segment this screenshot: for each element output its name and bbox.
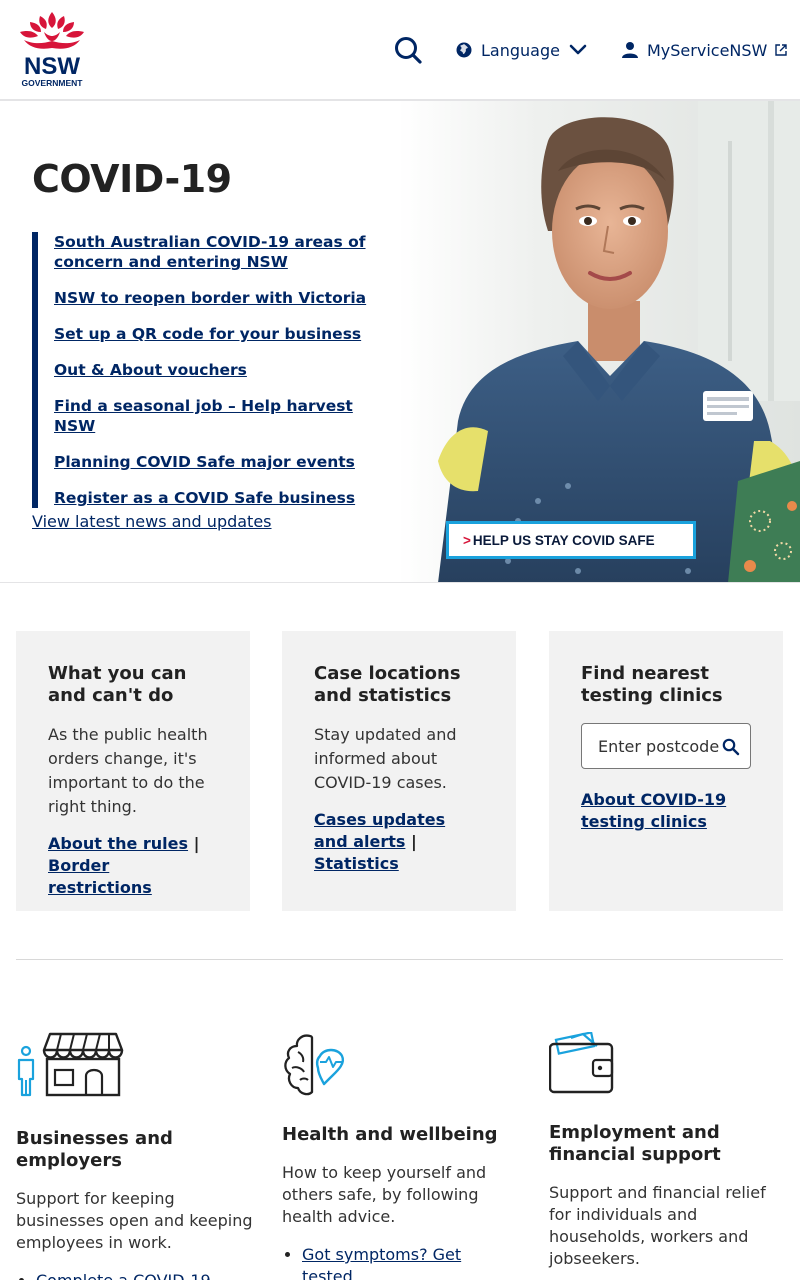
banner-text: HELP US STAY COVID SAFE [472,532,655,548]
topic-body: How to keep yourself and others safe, by… [282,1163,487,1226]
chevron-down-icon [569,44,587,55]
waratah-icon: NSW GOVERNMENT [20,12,84,88]
topic-employment: Employment and financial support Support… [548,1031,789,1270]
topic-health: Health and wellbeing How to keep yoursel… [282,1032,522,1280]
shop-icon [17,1032,124,1097]
nsw-government-logo[interactable]: NSW GOVERNMENT [16,10,88,88]
topic-link[interactable]: Got symptoms? Get tested [302,1245,461,1280]
stay-covid-safe-banner: > HELP US STAY COVID SAFE [446,521,696,559]
card-title: Case locations and statistics [314,663,461,706]
card-title: Find nearest testing clinics [581,663,723,706]
card-links: About the rules | Border restrictions [48,833,218,899]
user-icon [622,42,638,58]
topic-body: Support for keeping businesses open and … [16,1189,253,1252]
hero-link-vouchers[interactable]: Out & About vouchers [54,360,392,380]
language-selector[interactable]: Language [456,38,587,62]
page-title: COVID-19 [32,157,232,201]
svg-text:GOVERNMENT: GOVERNMENT [22,78,84,88]
hero-link-qr-code[interactable]: Set up a QR code for your business [54,324,392,344]
site-header: NSW GOVERNMENT Language MyServiceNSW [0,0,800,101]
hero-link-sa-areas[interactable]: South Australian COVID-19 areas of conce… [54,232,392,272]
topic-title: Businesses and employers [16,1128,173,1171]
external-link-icon [775,44,788,56]
hero-link-major-events[interactable]: Planning COVID Safe major events [54,452,392,472]
card-links: About COVID-19 testing clinics [581,789,751,833]
card-rules: What you can and can't do As the public … [16,631,250,911]
language-label: Language [481,40,560,60]
hero-section: COVID-19 South Australian COVID-19 areas… [0,101,800,583]
hero-link-seasonal-job[interactable]: Find a seasonal job – Help harvest NSW [54,396,392,436]
globe-icon [456,42,472,58]
card-testing-clinics: Find nearest testing clinics About COVID… [549,631,783,911]
search-icon[interactable] [722,738,740,756]
news-updates-link[interactable]: View latest news and updates [32,512,272,531]
topic-link-list: Complete a COVID-19 [16,1270,256,1280]
about-rules-link[interactable]: About the rules [48,834,188,853]
case-updates-link[interactable]: Cases updates and alerts [314,810,445,851]
svg-text:NSW: NSW [24,53,80,80]
topic-body: Support and financial relief for individ… [549,1183,766,1268]
statistics-link[interactable]: Statistics [314,854,399,873]
health-worker-photo [398,101,800,582]
link-separator: | [410,832,417,851]
myservicensw-link[interactable]: MyServiceNSW [621,38,788,62]
card-body: As the public health orders change, it's… [48,725,208,816]
hero-link-register-business[interactable]: Register as a COVID Safe business [54,488,392,508]
list-item: Got symptoms? Get tested [302,1244,482,1280]
border-restrictions-link[interactable]: Border restrictions [48,856,152,897]
wallet-icon [548,1031,614,1094]
card-case-locations: Case locations and statistics Stay updat… [282,631,516,911]
myservicensw-label: MyServiceNSW [647,40,768,60]
arrow-icon: > [463,532,471,548]
topic-link[interactable]: Complete a COVID-19 [36,1271,211,1280]
brain-heart-icon [284,1034,345,1096]
about-testing-clinics-link[interactable]: About COVID-19 testing clinics [581,790,726,831]
card-title: What you can and can't do [48,663,187,706]
topic-businesses: Businesses and employers Support for kee… [16,1032,256,1280]
search-icon [395,37,422,64]
topic-title: Employment and financial support [549,1122,721,1165]
link-separator: | [193,834,200,853]
hero-link-list: South Australian COVID-19 areas of conce… [32,232,392,508]
postcode-search-box [581,723,751,769]
topic-link-list: Got symptoms? Get tested [282,1244,522,1280]
list-item: Complete a COVID-19 [36,1270,256,1280]
search-button[interactable] [392,34,426,68]
card-body: Stay updated and informed about COVID-19… [314,725,457,792]
hero-link-victoria-border[interactable]: NSW to reopen border with Victoria [54,288,392,308]
topic-title: Health and wellbeing [282,1124,498,1145]
card-links: Cases updates and alerts | Statistics [314,809,484,875]
section-divider [16,959,783,960]
